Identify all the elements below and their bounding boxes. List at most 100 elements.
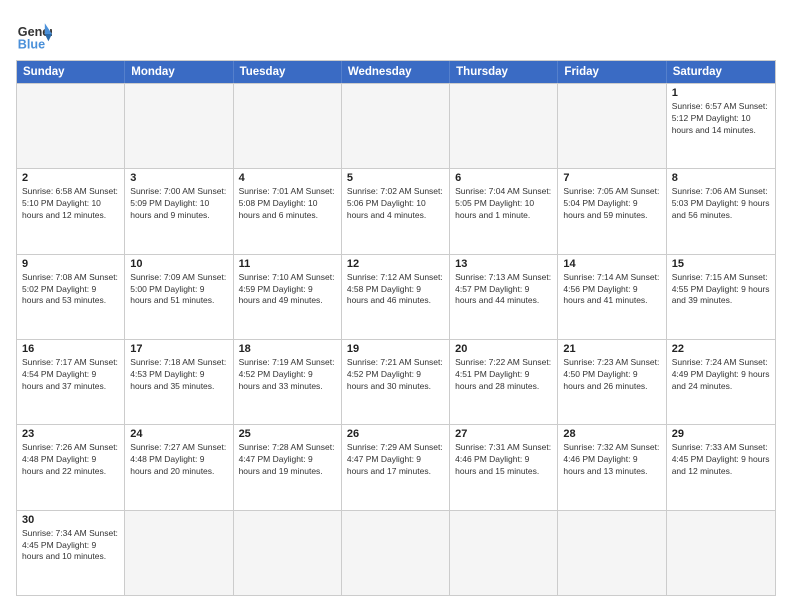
- day-number: 6: [455, 172, 552, 184]
- day-info: Sunrise: 7:21 AM Sunset: 4:52 PM Dayligh…: [347, 357, 444, 393]
- empty-cell: [450, 511, 558, 595]
- empty-cell: [234, 511, 342, 595]
- day-number: 2: [22, 172, 119, 184]
- day-number: 5: [347, 172, 444, 184]
- day-info: Sunrise: 7:22 AM Sunset: 4:51 PM Dayligh…: [455, 357, 552, 393]
- day-info: Sunrise: 7:05 AM Sunset: 5:04 PM Dayligh…: [563, 186, 660, 222]
- calendar-week-6: 30 Sunrise: 7:34 AM Sunset: 4:45 PM Dayli…: [17, 510, 775, 595]
- day-number: 18: [239, 343, 336, 355]
- day-cell-12: 12Sunrise: 7:12 AM Sunset: 4:58 PM Dayli…: [342, 255, 450, 339]
- calendar-week-4: 16 Sunrise: 7:17 AM Sunset: 4:54 PM Dayli…: [17, 339, 775, 424]
- day-cell-28: 28 Sunrise: 7:32 AM Sunset: 4:46 PM Dayli…: [558, 425, 666, 509]
- day-number: 26: [347, 428, 444, 440]
- day-cell-24: 24Sunrise: 7:27 AM Sunset: 4:48 PM Dayli…: [125, 425, 233, 509]
- day-cell-2: 2Sunrise: 6:58 AM Sunset: 5:10 PM Daylig…: [17, 169, 125, 253]
- day-number: 10: [130, 258, 227, 270]
- day-info: Sunrise: 7:34 AM Sunset: 4:45 PM Dayligh…: [22, 528, 119, 564]
- day-cell-5: 5 Sunrise: 7:02 AM Sunset: 5:06 PM Daylig…: [342, 169, 450, 253]
- day-info: Sunrise: 7:29 AM Sunset: 4:47 PM Dayligh…: [347, 442, 444, 478]
- empty-cell: [342, 84, 450, 168]
- day-number: 3: [130, 172, 227, 184]
- day-number: 29: [672, 428, 770, 440]
- day-info: Sunrise: 7:04 AM Sunset: 5:05 PM Dayligh…: [455, 186, 552, 222]
- day-info: Sunrise: 7:01 AM Sunset: 5:08 PM Dayligh…: [239, 186, 336, 222]
- day-cell-29: 29 Sunrise: 7:33 AM Sunset: 4:45 PM Dayli…: [667, 425, 775, 509]
- day-info: Sunrise: 7:26 AM Sunset: 4:48 PM Dayligh…: [22, 442, 119, 478]
- empty-cell: [125, 511, 233, 595]
- day-number: 27: [455, 428, 552, 440]
- day-cell-7: 7 Sunrise: 7:05 AM Sunset: 5:04 PM Daylig…: [558, 169, 666, 253]
- day-number: 7: [563, 172, 660, 184]
- calendar-body: 1 Sunrise: 6:57 AM Sunset: 5:12 PM Daylig…: [17, 83, 775, 595]
- empty-cell: [667, 511, 775, 595]
- day-cell-9: 9Sunrise: 7:08 AM Sunset: 5:02 PM Daylig…: [17, 255, 125, 339]
- day-number: 19: [347, 343, 444, 355]
- day-info: Sunrise: 7:09 AM Sunset: 5:00 PM Dayligh…: [130, 272, 227, 308]
- day-header-tuesday: Tuesday: [234, 61, 342, 83]
- day-info: Sunrise: 7:08 AM Sunset: 5:02 PM Dayligh…: [22, 272, 119, 308]
- empty-cell: [17, 84, 125, 168]
- day-number: 22: [672, 343, 770, 355]
- calendar-week-3: 9Sunrise: 7:08 AM Sunset: 5:02 PM Daylig…: [17, 254, 775, 339]
- day-info: Sunrise: 7:14 AM Sunset: 4:56 PM Dayligh…: [563, 272, 660, 308]
- day-number: 13: [455, 258, 552, 270]
- day-number: 25: [239, 428, 336, 440]
- day-cell-27: 27 Sunrise: 7:31 AM Sunset: 4:46 PM Dayli…: [450, 425, 558, 509]
- day-info: Sunrise: 7:31 AM Sunset: 4:46 PM Dayligh…: [455, 442, 552, 478]
- calendar-week-5: 23Sunrise: 7:26 AM Sunset: 4:48 PM Dayli…: [17, 424, 775, 509]
- day-info: Sunrise: 7:15 AM Sunset: 4:55 PM Dayligh…: [672, 272, 770, 308]
- day-cell-30: 30 Sunrise: 7:34 AM Sunset: 4:45 PM Dayli…: [17, 511, 125, 595]
- day-number: 28: [563, 428, 660, 440]
- day-cell-17: 17Sunrise: 7:18 AM Sunset: 4:53 PM Dayli…: [125, 340, 233, 424]
- day-info: Sunrise: 7:02 AM Sunset: 5:06 PM Dayligh…: [347, 186, 444, 222]
- day-info: Sunrise: 7:23 AM Sunset: 4:50 PM Dayligh…: [563, 357, 660, 393]
- day-info: Sunrise: 7:18 AM Sunset: 4:53 PM Dayligh…: [130, 357, 227, 393]
- day-number: 21: [563, 343, 660, 355]
- day-number: 4: [239, 172, 336, 184]
- day-number: 30: [22, 514, 119, 526]
- day-number: 11: [239, 258, 336, 270]
- day-cell-20: 20 Sunrise: 7:22 AM Sunset: 4:51 PM Dayli…: [450, 340, 558, 424]
- empty-cell: [342, 511, 450, 595]
- day-number: 20: [455, 343, 552, 355]
- day-header-sunday: Sunday: [17, 61, 125, 83]
- day-cell-6: 6 Sunrise: 7:04 AM Sunset: 5:05 PM Daylig…: [450, 169, 558, 253]
- day-cell-8: 8Sunrise: 7:06 AM Sunset: 5:03 PM Daylig…: [667, 169, 775, 253]
- day-info: Sunrise: 7:33 AM Sunset: 4:45 PM Dayligh…: [672, 442, 770, 478]
- day-info: Sunrise: 7:28 AM Sunset: 4:47 PM Dayligh…: [239, 442, 336, 478]
- day-number: 14: [563, 258, 660, 270]
- day-cell-21: 21 Sunrise: 7:23 AM Sunset: 4:50 PM Dayli…: [558, 340, 666, 424]
- day-number: 1: [672, 87, 770, 99]
- day-cell-15: 15 Sunrise: 7:15 AM Sunset: 4:55 PM Dayli…: [667, 255, 775, 339]
- day-info: Sunrise: 7:13 AM Sunset: 4:57 PM Dayligh…: [455, 272, 552, 308]
- svg-text:Blue: Blue: [18, 37, 45, 51]
- calendar-header: SundayMondayTuesdayWednesdayThursdayFrid…: [17, 61, 775, 83]
- day-cell-13: 13 Sunrise: 7:13 AM Sunset: 4:57 PM Dayli…: [450, 255, 558, 339]
- empty-cell: [125, 84, 233, 168]
- day-cell-26: 26 Sunrise: 7:29 AM Sunset: 4:47 PM Dayli…: [342, 425, 450, 509]
- day-cell-11: 11Sunrise: 7:10 AM Sunset: 4:59 PM Dayli…: [234, 255, 342, 339]
- day-info: Sunrise: 7:17 AM Sunset: 4:54 PM Dayligh…: [22, 357, 119, 393]
- day-cell-25: 25 Sunrise: 7:28 AM Sunset: 4:47 PM Dayli…: [234, 425, 342, 509]
- day-info: Sunrise: 7:32 AM Sunset: 4:46 PM Dayligh…: [563, 442, 660, 478]
- day-info: Sunrise: 6:57 AM Sunset: 5:12 PM Dayligh…: [672, 101, 770, 137]
- empty-cell: [234, 84, 342, 168]
- day-cell-14: 14 Sunrise: 7:14 AM Sunset: 4:56 PM Dayli…: [558, 255, 666, 339]
- day-cell-19: 19 Sunrise: 7:21 AM Sunset: 4:52 PM Dayli…: [342, 340, 450, 424]
- day-header-monday: Monday: [125, 61, 233, 83]
- calendar-week-1: 1 Sunrise: 6:57 AM Sunset: 5:12 PM Daylig…: [17, 83, 775, 168]
- day-info: Sunrise: 7:19 AM Sunset: 4:52 PM Dayligh…: [239, 357, 336, 393]
- empty-cell: [558, 84, 666, 168]
- day-number: 12: [347, 258, 444, 270]
- day-number: 16: [22, 343, 119, 355]
- calendar: SundayMondayTuesdayWednesdayThursdayFrid…: [16, 60, 776, 596]
- page: General Blue SundayMondayTuesdayWednesda…: [0, 0, 792, 612]
- day-header-saturday: Saturday: [667, 61, 775, 83]
- day-cell-4: 4 Sunrise: 7:01 AM Sunset: 5:08 PM Daylig…: [234, 169, 342, 253]
- logo: General Blue: [16, 16, 52, 52]
- logo-icon: General Blue: [16, 16, 52, 52]
- day-number: 15: [672, 258, 770, 270]
- day-cell-10: 10 Sunrise: 7:09 AM Sunset: 5:00 PM Dayli…: [125, 255, 233, 339]
- day-cell-22: 22Sunrise: 7:24 AM Sunset: 4:49 PM Dayli…: [667, 340, 775, 424]
- day-info: Sunrise: 7:00 AM Sunset: 5:09 PM Dayligh…: [130, 186, 227, 222]
